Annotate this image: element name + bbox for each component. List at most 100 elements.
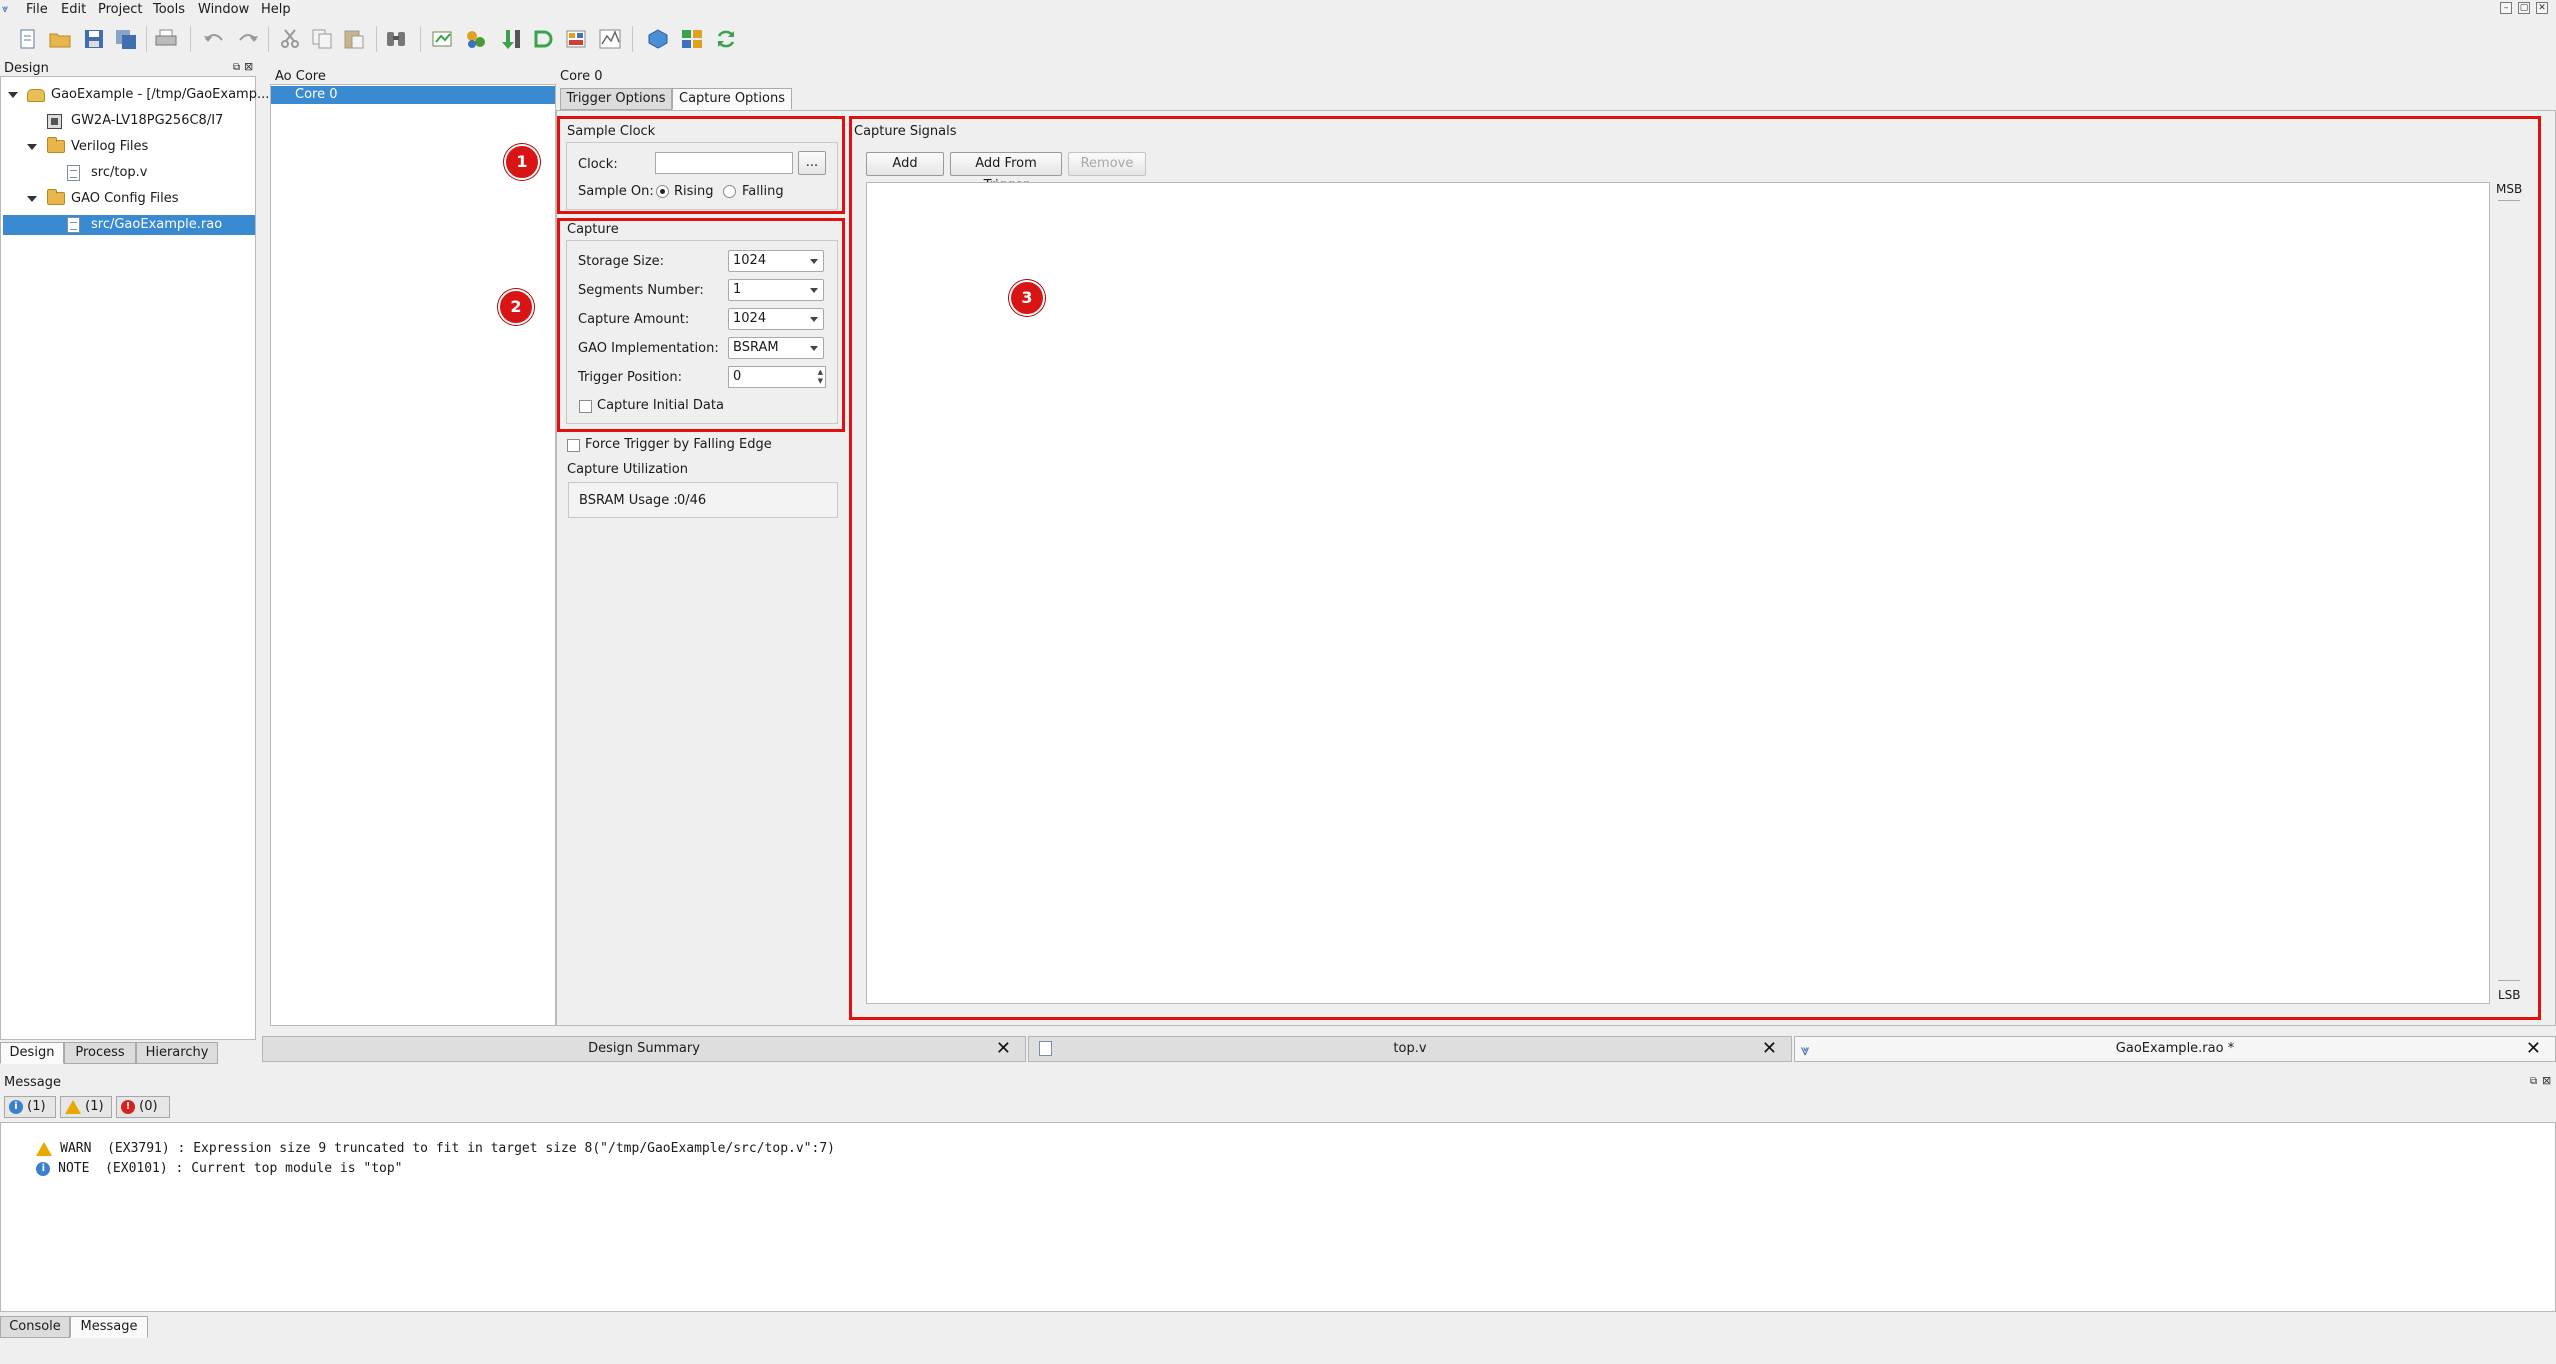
- tree-item-verilog-files[interactable]: Verilog Files: [3, 137, 255, 157]
- project-icon: [27, 89, 45, 102]
- chip-icon: [47, 114, 62, 129]
- gao-file-icon: ⩔: [1801, 1041, 1810, 1059]
- design-tree: GaoExample - [/tmp/GaoExamp... GW2A-LV18…: [0, 76, 269, 1040]
- filter-count: (0): [139, 1099, 158, 1114]
- app-logo-icon: ⩔: [2, 2, 9, 15]
- find-icon[interactable]: [384, 28, 408, 50]
- tab-hierarchy[interactable]: Hierarchy: [136, 1042, 218, 1064]
- expand-arrow-icon[interactable]: [27, 196, 37, 202]
- tree-item-device[interactable]: GW2A-LV18PG256C8/I7: [3, 111, 255, 131]
- restore-icon[interactable]: ▢: [2518, 2, 2530, 14]
- tree-item-gao-config-files[interactable]: GAO Config Files: [3, 189, 255, 209]
- menu-tools[interactable]: Tools: [153, 2, 185, 17]
- file-icon: [67, 165, 80, 181]
- tree-item-gao-rao[interactable]: src/GaoExample.rao: [3, 215, 255, 235]
- doc-tab-top-v[interactable]: top.v ✕: [1028, 1036, 1792, 1062]
- expand-arrow-icon[interactable]: [27, 144, 37, 150]
- info-icon: i: [9, 1099, 23, 1114]
- annotation-badge-3: 3: [1009, 280, 1045, 316]
- panel-close-icon[interactable]: ⊠: [2542, 1074, 2551, 1087]
- tree-item-label: GW2A-LV18PG256C8/I7: [71, 113, 224, 128]
- force-trigger-checkbox[interactable]: [567, 439, 580, 452]
- doc-tab-label: top.v: [1393, 1041, 1427, 1056]
- info-icon: i: [36, 1161, 51, 1176]
- new-file-icon[interactable]: [16, 28, 40, 50]
- filter-info-button[interactable]: i (1): [4, 1096, 56, 1118]
- tree-item-label: src/GaoExample.rao: [91, 217, 223, 232]
- folder-icon: [47, 137, 65, 153]
- refresh-icon[interactable]: [714, 28, 738, 50]
- close-icon[interactable]: ✕: [2526, 1037, 2541, 1061]
- menu-file[interactable]: File: [26, 2, 48, 17]
- annotation-badge-2: 2: [498, 289, 534, 325]
- menu-edit[interactable]: Edit: [61, 2, 86, 17]
- tab-design[interactable]: Design: [0, 1042, 64, 1064]
- design-panel-title: Design: [4, 61, 49, 76]
- verilog-file-icon: [1039, 1041, 1052, 1056]
- message-row[interactable]: i NOTE (EX0101) : Current top module is …: [5, 1146, 403, 1191]
- annotation-badge-1: 1: [504, 144, 540, 180]
- warning-icon: [65, 1099, 81, 1114]
- list-item-core-0[interactable]: Core 0: [271, 86, 555, 104]
- folder-icon: [47, 189, 65, 205]
- capture-utilization-title: Capture Utilization: [567, 462, 688, 477]
- paste-icon[interactable]: [342, 28, 366, 50]
- force-trigger-label: Force Trigger by Falling Edge: [585, 437, 772, 452]
- filter-warning-button[interactable]: (1): [60, 1096, 112, 1118]
- expand-arrow-icon[interactable]: [8, 92, 18, 98]
- close-icon[interactable]: ✕: [1762, 1037, 1777, 1061]
- save-all-icon[interactable]: [114, 28, 138, 50]
- close-icon[interactable]: ✕: [996, 1037, 1011, 1061]
- doc-tab-gao-rao[interactable]: ⩔ GaoExample.rao * ✕: [1794, 1036, 2556, 1062]
- bsram-usage-value: 0/46: [677, 493, 707, 508]
- ip-core-icon[interactable]: [680, 28, 704, 50]
- program-device-icon[interactable]: [498, 28, 522, 50]
- print-icon[interactable]: [154, 28, 178, 50]
- tree-item-top-v[interactable]: src/top.v: [3, 163, 255, 183]
- filter-error-button[interactable]: ! (0): [116, 1096, 170, 1118]
- ao-core-list: Core 0: [270, 84, 556, 1026]
- tree-item-label: src/top.v: [91, 165, 148, 180]
- filter-count: (1): [85, 1099, 104, 1114]
- save-icon[interactable]: [82, 28, 106, 50]
- message-text: NOTE (EX0101) : Current top module is "t…: [58, 1161, 403, 1176]
- filter-count: (1): [27, 1099, 46, 1114]
- panel-float-icon[interactable]: ⧉: [2530, 1076, 2537, 1087]
- undo-icon[interactable]: [202, 28, 226, 50]
- tab-trigger-options[interactable]: Trigger Options: [560, 88, 672, 110]
- bsram-usage-label: BSRAM Usage :: [579, 493, 678, 508]
- core-title: Core 0: [560, 69, 603, 84]
- tab-process[interactable]: Process: [64, 1042, 136, 1064]
- doc-tab-label: GaoExample.rao *: [2115, 1041, 2235, 1056]
- doc-tab-design-summary[interactable]: Design Summary ✕: [262, 1036, 1026, 1062]
- tree-item-project[interactable]: GaoExample - [/tmp/GaoExamp...: [3, 85, 269, 105]
- menu-bar: ⩔ File Edit Project Tools Window Help – …: [0, 0, 2556, 20]
- panel-float-icon[interactable]: ⧉: [233, 62, 240, 73]
- floorplanner-icon[interactable]: [564, 28, 588, 50]
- tree-item-label: GAO Config Files: [71, 191, 179, 206]
- file-icon: [67, 217, 80, 233]
- timing-icon[interactable]: [598, 28, 622, 50]
- panel-close-icon[interactable]: ⊠: [244, 60, 253, 73]
- open-folder-icon[interactable]: [48, 28, 72, 50]
- gao-icon[interactable]: [530, 28, 554, 50]
- place-route-icon[interactable]: [464, 28, 488, 50]
- annotation-box-1: [557, 116, 845, 214]
- menu-project[interactable]: Project: [98, 2, 142, 17]
- doc-tab-label: Design Summary: [588, 1041, 700, 1056]
- tab-console[interactable]: Console: [0, 1316, 70, 1338]
- power-icon[interactable]: [646, 28, 670, 50]
- tab-message[interactable]: Message: [70, 1316, 148, 1338]
- menu-help[interactable]: Help: [261, 2, 291, 17]
- annotation-box-3: [849, 116, 2541, 1020]
- ao-core-title: Ao Core: [275, 69, 326, 84]
- menu-window[interactable]: Window: [198, 2, 249, 17]
- copy-icon[interactable]: [310, 28, 334, 50]
- close-window-icon[interactable]: ✕: [2536, 2, 2548, 14]
- tree-item-label: GaoExample - [/tmp/GaoExamp...: [51, 87, 270, 102]
- redo-icon[interactable]: [236, 28, 260, 50]
- tab-capture-options[interactable]: Capture Options: [672, 88, 792, 110]
- minimize-icon[interactable]: –: [2500, 2, 2512, 14]
- synthesize-icon[interactable]: [430, 28, 454, 50]
- cut-icon[interactable]: [278, 28, 302, 50]
